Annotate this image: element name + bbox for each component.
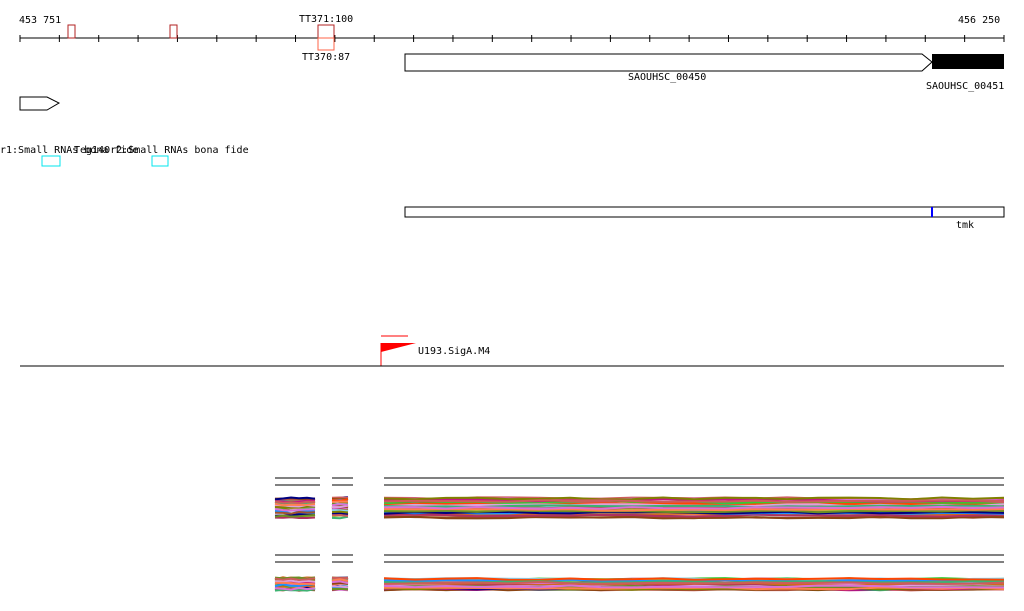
expression-trace xyxy=(274,577,316,581)
expression-trace xyxy=(274,510,316,515)
gene-label: SAOUHSC_00450 xyxy=(628,72,706,83)
promoter-flag-icon[interactable] xyxy=(381,343,416,352)
terminator-tt371[interactable] xyxy=(317,24,335,39)
expression-trace xyxy=(331,515,349,520)
partial-gene-arrow[interactable] xyxy=(19,96,61,111)
operon-label: tmk xyxy=(956,220,974,231)
rna-label: Teg140r2:Small RNAs bona fide xyxy=(74,145,249,156)
gene-label: SAOUHSC_00451 xyxy=(926,81,1004,92)
expression-trace xyxy=(331,510,349,514)
expression-trace xyxy=(275,579,316,583)
expression-trace xyxy=(274,508,315,512)
operon-tmk[interactable] xyxy=(404,206,1005,218)
terminator-marker[interactable] xyxy=(67,24,76,39)
ruler-end-label: 456 250 xyxy=(958,15,1000,26)
gene-saouhsc-00450[interactable] xyxy=(404,53,933,72)
expression-trace xyxy=(331,503,349,507)
expression-trace xyxy=(331,514,349,517)
expression-traces xyxy=(274,477,1005,592)
expression-trace xyxy=(331,500,349,503)
expression-trace xyxy=(274,502,316,507)
small-rna-feature[interactable] xyxy=(151,155,169,167)
expression-trace xyxy=(274,586,316,591)
expression-trace xyxy=(331,585,349,589)
terminator-tt370-label: TT370:87 xyxy=(302,52,350,63)
genome-browser: 453 751 456 250 TT371:100 TT370:87 SAOUH… xyxy=(0,14,1005,592)
gene-saouhsc-00451[interactable] xyxy=(932,54,1004,69)
promoter-label: U193.SigA.M4 xyxy=(418,346,490,357)
coordinate-ruler: 453 751 456 250 xyxy=(19,15,1005,42)
terminator-tt371-label: TT371:100 xyxy=(299,14,353,25)
small-rna-feature[interactable] xyxy=(41,155,61,167)
expression-trace xyxy=(383,499,1005,504)
ruler-start-label: 453 751 xyxy=(19,15,61,26)
terminator-marker[interactable] xyxy=(169,24,178,39)
terminator-tt370[interactable] xyxy=(317,37,335,51)
